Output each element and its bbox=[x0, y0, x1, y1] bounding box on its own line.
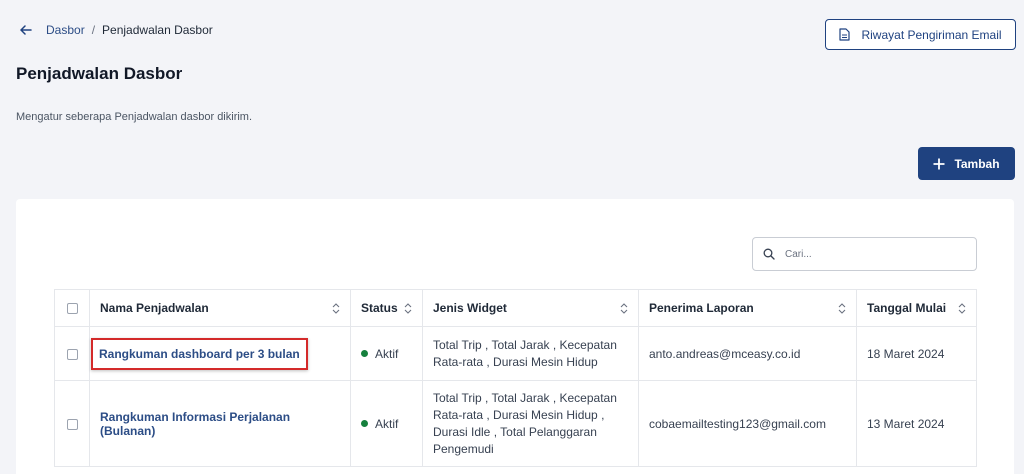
email-history-label: Riwayat Pengiriman Email bbox=[861, 27, 1002, 42]
widget-cell: Total Trip , Total Jarak , Kecepatan Rat… bbox=[422, 326, 639, 381]
schedule-card: Nama Penjadwalan Status Jenis Widget Pen… bbox=[16, 199, 1014, 474]
row-select-cell bbox=[54, 380, 90, 467]
start-date-cell: 18 Maret 2024 bbox=[856, 326, 977, 381]
widget-line: Rata-rata , Durasi Mesin Hidup , bbox=[433, 407, 605, 422]
column-header-name[interactable]: Nama Penjadwalan bbox=[89, 289, 351, 327]
table-header-row: Nama Penjadwalan Status Jenis Widget Pen… bbox=[54, 289, 977, 327]
column-header-label: Penerima Laporan bbox=[649, 301, 754, 315]
status-cell: Aktif bbox=[350, 326, 423, 381]
sort-icon[interactable] bbox=[620, 302, 628, 314]
column-header-label: Tanggal Mulai bbox=[867, 301, 947, 315]
add-button[interactable]: Tambah bbox=[918, 147, 1015, 180]
status-dot-icon bbox=[361, 420, 368, 427]
sort-icon[interactable] bbox=[838, 302, 846, 314]
row-select-cell bbox=[54, 326, 90, 381]
highlight-box: Rangkuman dashboard per 3 bulan bbox=[91, 337, 308, 370]
widget-text: Total Trip , Total Jarak , Kecepatan Rat… bbox=[433, 390, 628, 458]
breadcrumb-current: Penjadwalan Dasbor bbox=[102, 23, 213, 37]
start-date-cell: 13 Maret 2024 bbox=[856, 380, 977, 467]
widget-cell: Total Trip , Total Jarak , Kecepatan Rat… bbox=[422, 380, 639, 467]
document-icon bbox=[839, 27, 851, 42]
widget-line: Total Trip , Total Jarak , Kecepatan bbox=[433, 337, 617, 352]
page-description: Mengatur seberapa Penjadwalan dasbor dik… bbox=[16, 111, 253, 123]
page-title: Penjadwalan Dasbor bbox=[16, 64, 183, 83]
column-header-label: Status bbox=[361, 301, 398, 315]
table-row[interactable]: Rangkuman Informasi Perjalanan (Bulanan)… bbox=[54, 380, 977, 467]
widget-line: Durasi Idle , Total Pelanggaran bbox=[433, 424, 597, 439]
status-label: Aktif bbox=[375, 346, 399, 361]
schedule-table: Nama Penjadwalan Status Jenis Widget Pen… bbox=[54, 289, 977, 467]
column-header-label: Jenis Widget bbox=[433, 301, 507, 315]
status-cell: Aktif bbox=[350, 380, 423, 467]
status-badge: Aktif bbox=[361, 417, 412, 431]
widget-line: Rata-rata , Durasi Mesin Hidup bbox=[433, 354, 598, 369]
column-header-label: Nama Penjadwalan bbox=[100, 301, 209, 315]
breadcrumb-dasbor-link[interactable]: Dasbor bbox=[46, 23, 85, 37]
schedule-name-link[interactable]: Rangkuman dashboard per 3 bulan bbox=[99, 347, 300, 361]
breadcrumb: Dasbor / Penjadwalan Dasbor bbox=[20, 23, 213, 37]
select-all-cell bbox=[54, 289, 90, 327]
sort-icon[interactable] bbox=[404, 302, 412, 314]
row-checkbox[interactable] bbox=[66, 418, 78, 430]
recipient-cell: cobaemailtesting123@gmail.com bbox=[638, 380, 857, 467]
status-badge: Aktif bbox=[361, 347, 412, 361]
search-input[interactable] bbox=[785, 248, 965, 260]
widget-line: Pengemudi bbox=[433, 441, 494, 456]
email-history-button[interactable]: Riwayat Pengiriman Email bbox=[825, 19, 1016, 50]
plus-icon bbox=[933, 158, 945, 170]
column-header-start-date[interactable]: Tanggal Mulai bbox=[856, 289, 977, 327]
schedule-name-cell: Rangkuman dashboard per 3 bulan bbox=[89, 326, 351, 381]
widget-text: Total Trip , Total Jarak , Kecepatan Rat… bbox=[433, 337, 628, 371]
status-dot-icon bbox=[361, 350, 368, 357]
back-arrow-icon[interactable] bbox=[20, 23, 34, 37]
search-box[interactable] bbox=[752, 237, 977, 271]
column-header-status[interactable]: Status bbox=[350, 289, 423, 327]
row-checkbox[interactable] bbox=[66, 348, 78, 360]
select-all-checkbox[interactable] bbox=[66, 303, 78, 315]
widget-line: Total Trip , Total Jarak , Kecepatan bbox=[433, 390, 617, 405]
column-header-widget[interactable]: Jenis Widget bbox=[422, 289, 639, 327]
add-button-label: Tambah bbox=[954, 156, 1000, 171]
sort-icon[interactable] bbox=[958, 302, 966, 314]
status-label: Aktif bbox=[375, 416, 399, 431]
recipient-cell: anto.andreas@mceasy.co.id bbox=[638, 326, 857, 381]
sort-icon[interactable] bbox=[332, 302, 340, 314]
table-row[interactable]: Rangkuman dashboard per 3 bulan Aktif To… bbox=[54, 326, 977, 381]
schedule-name-cell: Rangkuman Informasi Perjalanan (Bulanan) bbox=[89, 380, 351, 467]
breadcrumb-separator: / bbox=[91, 23, 96, 37]
schedule-name-link[interactable]: Rangkuman Informasi Perjalanan (Bulanan) bbox=[100, 410, 290, 438]
search-icon bbox=[763, 248, 775, 260]
column-header-recipient[interactable]: Penerima Laporan bbox=[638, 289, 857, 327]
